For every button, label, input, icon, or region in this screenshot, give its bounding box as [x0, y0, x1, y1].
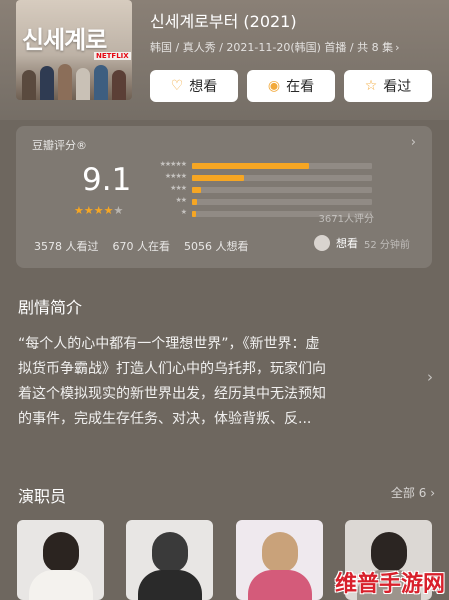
- synopsis-line: 拟货币争霸战》打造人们心中的乌托邦，玩家们向: [18, 361, 326, 377]
- watched-label: 看过: [383, 79, 412, 95]
- avatar: [314, 235, 330, 251]
- watch-stats: 3578 人看过 670 人在看 5056 人想看: [34, 238, 249, 254]
- rating-label: 豆瓣评分®: [32, 139, 87, 152]
- chevron-right-icon[interactable]: ›: [427, 368, 433, 386]
- my-status-label: 想看: [336, 237, 358, 250]
- distribution-stars: ★★★★: [164, 172, 187, 180]
- cast-all-link[interactable]: 全部 6 ›: [391, 484, 435, 501]
- distribution-stars: ★★★: [170, 184, 187, 192]
- stat-watched[interactable]: 3578 人看过: [34, 238, 99, 254]
- chevron-right-icon: ›: [395, 41, 400, 54]
- poster-title: 신세계로: [22, 26, 107, 54]
- distribution-row-4: ★★★★: [146, 172, 376, 183]
- watermark: 维普手游网: [334, 572, 445, 597]
- cast-photo: [151, 532, 188, 572]
- heart-icon: ♡: [170, 78, 184, 94]
- circle-dot-icon: ◉: [267, 78, 281, 94]
- distribution-stars: ★: [180, 208, 187, 216]
- want-to-watch-label: 想看: [189, 79, 218, 95]
- poster-brand: NETFLIX: [94, 52, 131, 60]
- my-status[interactable]: 想看 52 分钟前: [314, 235, 410, 251]
- synopsis-line: 着这个模拟现实的新世界出发，经历其中无法预知: [18, 386, 326, 402]
- show-title: 신세계로부터 (2021): [150, 12, 297, 31]
- cast-member-card[interactable]: [126, 520, 213, 600]
- star-icon: ☆: [364, 78, 378, 94]
- synopsis-title: 剧情简介: [18, 298, 83, 317]
- rating-score: 9.1: [82, 162, 132, 198]
- cast-photo: [261, 532, 298, 572]
- distribution-bar: [192, 211, 196, 217]
- my-status-time: 52 分钟前: [364, 239, 410, 251]
- distribution-bar: [192, 175, 245, 181]
- cast-member-card[interactable]: [236, 520, 323, 600]
- distribution-bar: [192, 163, 309, 169]
- distribution-row-3: ★★★: [146, 184, 376, 195]
- stat-want[interactable]: 5056 人想看: [184, 238, 249, 254]
- show-meta-text: 韩国 / 真人秀 / 2021-11-20(韩国) 首播 / 共 8 集: [150, 41, 394, 54]
- synopsis-line: 的事件，完成生存任务、对决，体验背叛、反...: [18, 411, 312, 427]
- stat-watching[interactable]: 670 人在看: [113, 238, 171, 254]
- distribution-bar: [192, 187, 201, 193]
- want-to-watch-button[interactable]: ♡ 想看: [150, 70, 238, 102]
- watching-label: 在看: [286, 79, 315, 95]
- rating-count: 3671人评分: [318, 214, 374, 225]
- cast-photo: [42, 532, 79, 572]
- synopsis-text[interactable]: “每个人的心中都有一个理想世界”，《新世界：虚 拟货币争霸战》打造人们心中的乌托…: [18, 332, 413, 432]
- cast-all-label: 全部 6: [390, 486, 427, 500]
- poster-cast-image: [20, 60, 128, 100]
- distribution-stars: ★★★★★: [159, 160, 187, 168]
- rating-stars: ★★★★★: [74, 204, 124, 217]
- chevron-right-icon: ›: [410, 135, 416, 150]
- cast-member-card[interactable]: [17, 520, 104, 600]
- rating-card[interactable]: 豆瓣评分® › 9.1 ★★★★★ ★★★★★ ★★★★ ★★★ ★★ ★ 36…: [16, 126, 432, 268]
- distribution-row-2: ★★: [146, 196, 376, 207]
- synopsis-line: “每个人的心中都有一个理想世界”，《新世界：虚: [18, 336, 320, 352]
- show-meta[interactable]: 韩国 / 真人秀 / 2021-11-20(韩国) 首播 / 共 8 集 ›: [150, 39, 400, 55]
- watched-button[interactable]: ☆ 看过: [344, 70, 432, 102]
- cast-title: 演职员: [18, 487, 67, 506]
- distribution-stars: ★★: [175, 196, 187, 204]
- show-poster[interactable]: 신세계로 NETFLIX: [16, 0, 132, 100]
- watching-button[interactable]: ◉ 在看: [247, 70, 335, 102]
- chevron-right-icon: ›: [430, 486, 435, 500]
- distribution-row-5: ★★★★★: [146, 160, 376, 171]
- distribution-bar: [192, 199, 198, 205]
